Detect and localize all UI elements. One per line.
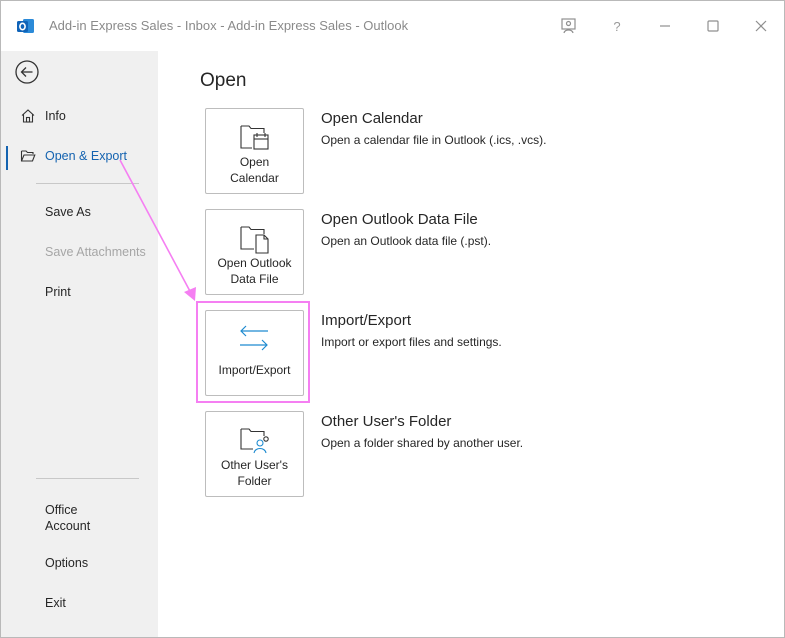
window-title: Add-in Express Sales - Inbox - Add-in Ex… — [49, 18, 409, 33]
coach-button[interactable] — [555, 13, 583, 39]
outlook-window: Add-in Express Sales - Inbox - Add-in Ex… — [0, 0, 785, 638]
option-description: Open an Outlook data file (.pst). — [321, 234, 492, 248]
outlook-icon — [17, 19, 34, 33]
sidebar-item-label: Options — [45, 556, 89, 570]
close-icon — [755, 20, 767, 32]
option-title: Open Outlook Data File — [321, 211, 478, 228]
divider — [36, 478, 139, 479]
sidebar-item-save-as[interactable]: Save As — [1, 196, 158, 228]
sidebar-item-label: Info — [45, 109, 66, 123]
sidebar-item-office-account[interactable]: Office Account — [1, 498, 158, 538]
option-description: Open a calendar file in Outlook (.ics, .… — [321, 133, 547, 147]
option-title: Other User's Folder — [321, 413, 452, 430]
help-icon: ? — [613, 18, 621, 34]
option-description: Import or export files and settings. — [321, 335, 502, 349]
tile-label: Import/Export — [218, 363, 291, 377]
title-bar: Add-in Express Sales - Inbox - Add-in Ex… — [1, 1, 784, 51]
page-title: Open — [200, 70, 247, 91]
coach-icon — [561, 18, 576, 34]
divider — [36, 183, 139, 184]
tile-label: Open Calendar — [230, 155, 279, 185]
option-title: Import/Export — [321, 312, 412, 329]
sidebar-item-label: Print — [45, 285, 71, 299]
import-export-button[interactable]: Import/Export — [205, 310, 304, 396]
option-description: Open a folder shared by another user. — [321, 436, 524, 450]
sidebar-item-label: Save Attachments — [45, 245, 146, 259]
folder-file-icon — [240, 226, 269, 254]
main-panel: Open Open Calendar Open Calendar Open a … — [158, 51, 784, 637]
open-calendar-button[interactable]: Open Calendar — [205, 108, 304, 194]
other-users-folder-button[interactable]: Other User's Folder — [205, 411, 304, 497]
sidebar-item-save-attachments: Save Attachments — [1, 236, 158, 268]
active-indicator — [6, 146, 8, 170]
minimize-button[interactable] — [651, 13, 679, 39]
sidebar-item-label: Open & Export — [45, 149, 127, 163]
import-export-icon — [240, 325, 268, 351]
sidebar-item-label: Exit — [45, 596, 66, 610]
sidebar-item-print[interactable]: Print — [1, 276, 158, 308]
home-icon — [21, 109, 35, 123]
back-arrow-icon[interactable] — [14, 59, 40, 85]
minimize-icon — [660, 25, 670, 27]
backstage-sidebar: Info Open & Export Save As Save Attachme… — [1, 51, 158, 637]
maximize-button[interactable] — [699, 13, 727, 39]
folder-calendar-icon — [240, 125, 269, 150]
help-button[interactable]: ? — [603, 13, 631, 39]
sidebar-item-options[interactable]: Options — [1, 547, 158, 579]
sidebar-item-label: Office Account — [45, 503, 91, 533]
folder-open-icon — [20, 150, 36, 162]
sidebar-item-open-export[interactable]: Open & Export — [1, 140, 158, 172]
tile-label: Other User's Folder — [221, 458, 288, 488]
close-button[interactable] — [747, 13, 775, 39]
shared-folder-icon — [240, 428, 269, 454]
option-title: Open Calendar — [321, 110, 423, 127]
tile-label: Open Outlook Data File — [217, 256, 292, 286]
sidebar-item-info[interactable]: Info — [1, 100, 158, 132]
sidebar-item-label: Save As — [45, 205, 91, 219]
sidebar-item-exit[interactable]: Exit — [1, 587, 158, 619]
maximize-icon — [707, 20, 719, 32]
open-data-file-button[interactable]: Open Outlook Data File — [205, 209, 304, 295]
